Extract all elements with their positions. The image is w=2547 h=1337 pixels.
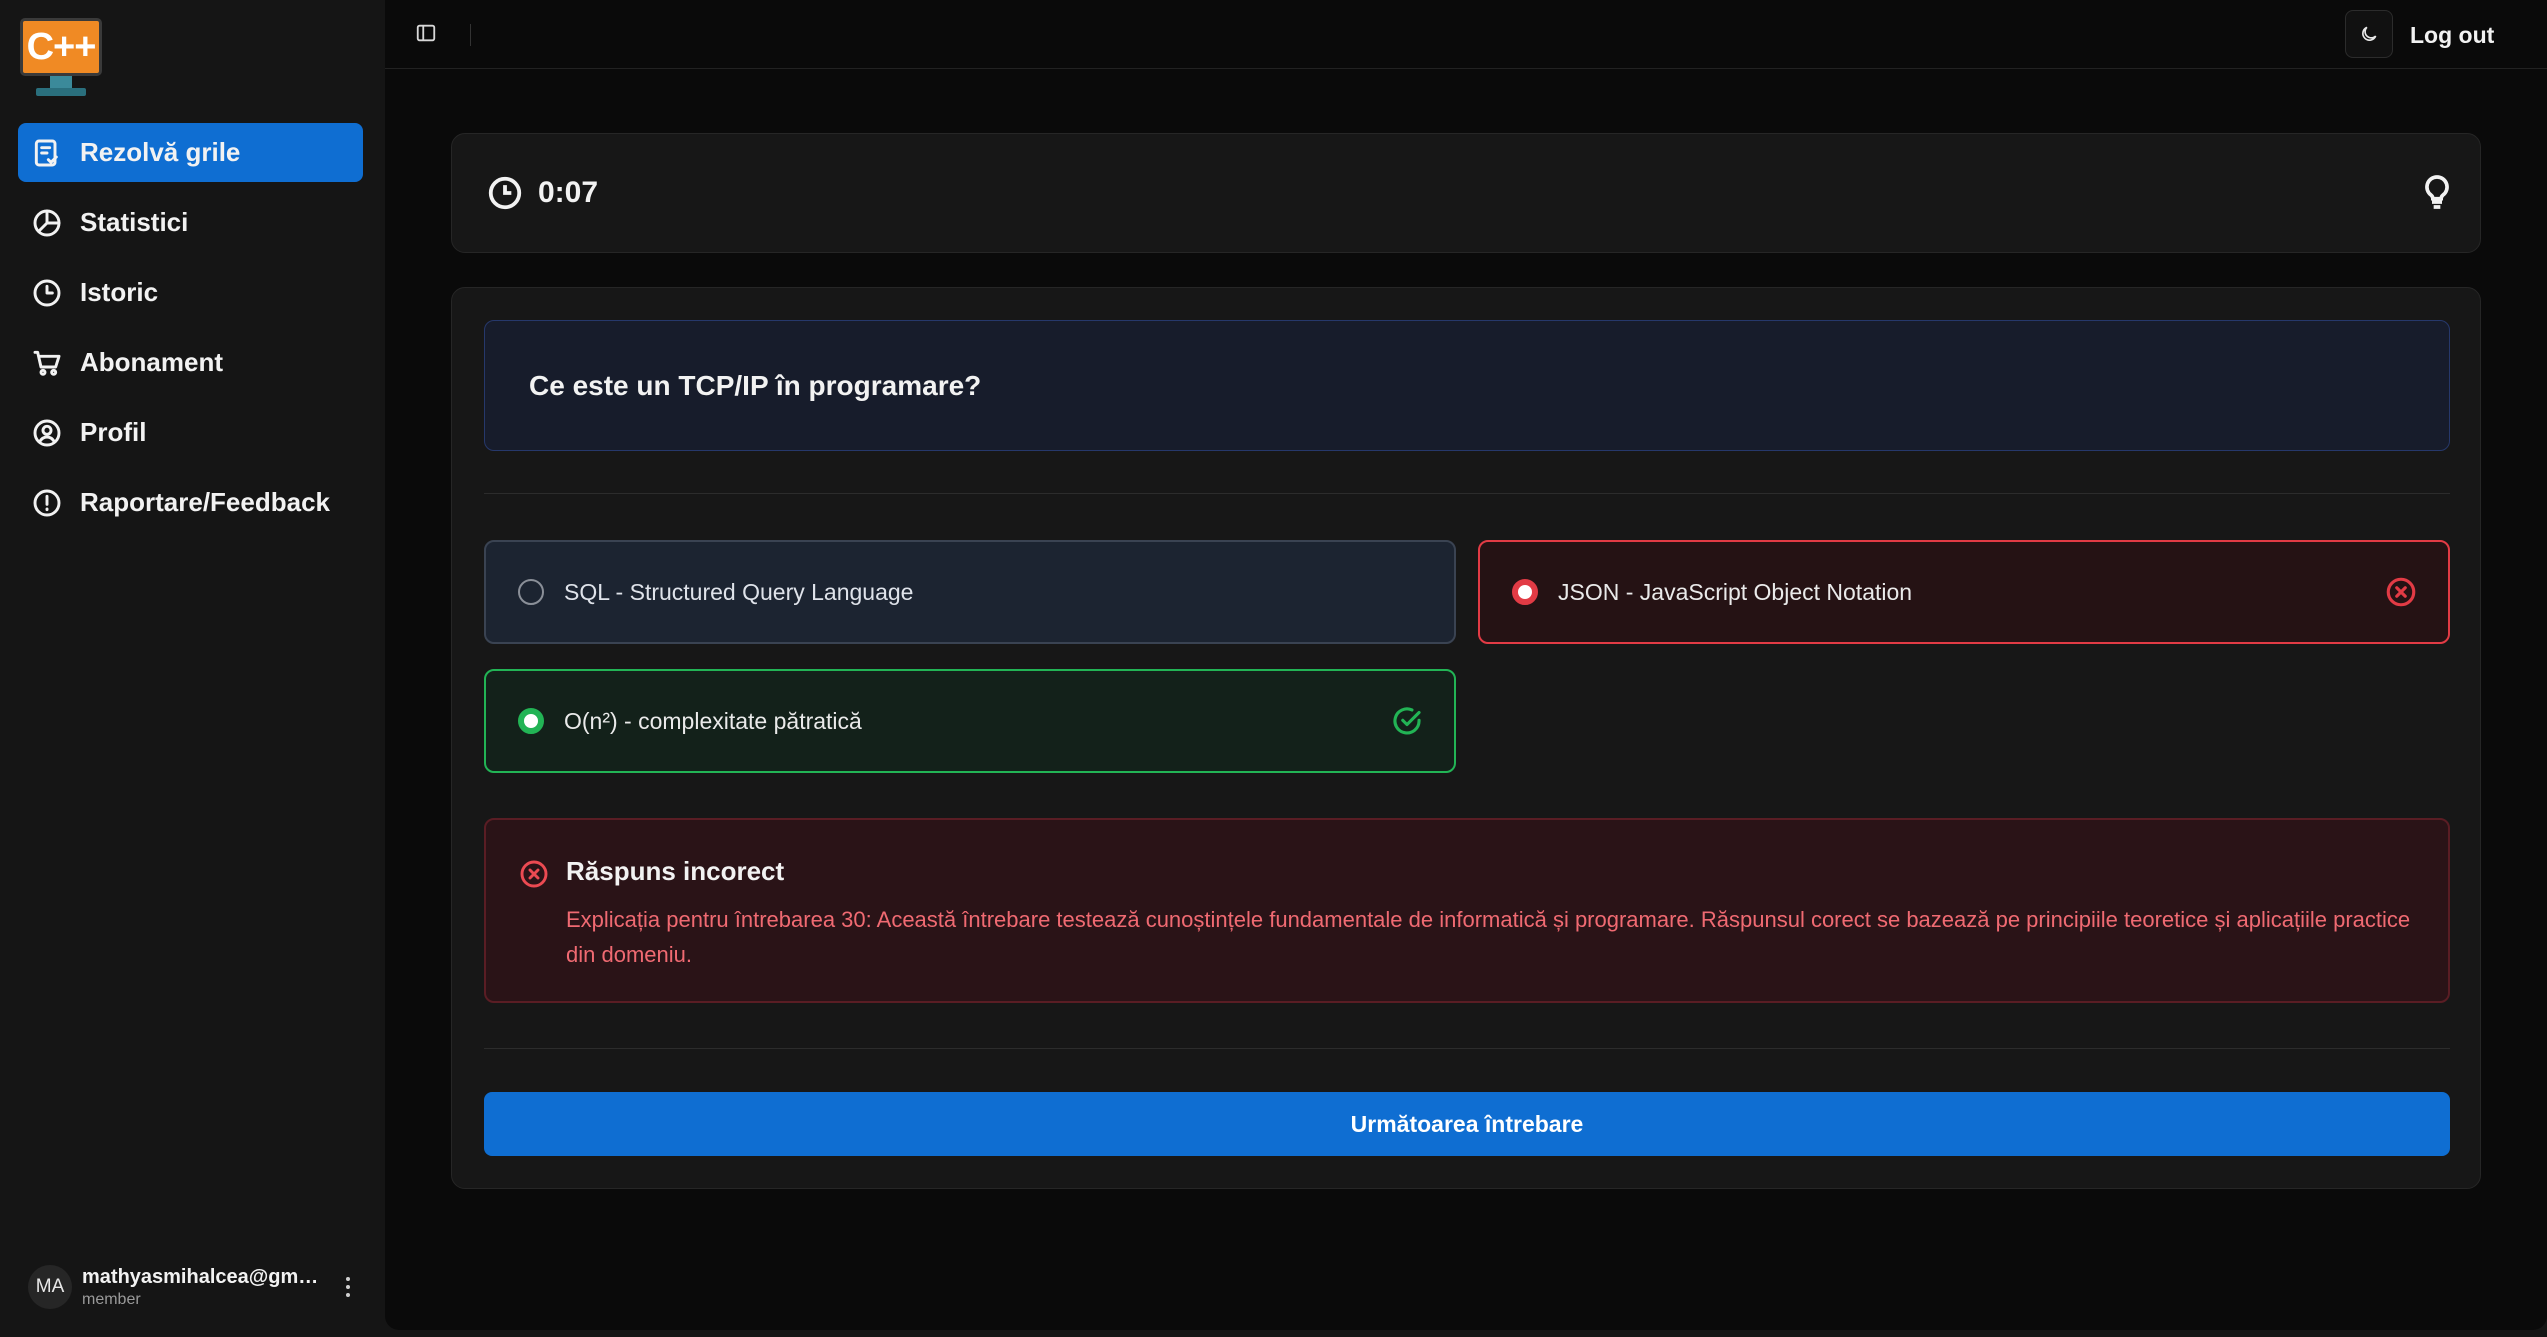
top-bar: Log out <box>385 0 2547 69</box>
question-text: Ce este un TCP/IP în programare? <box>484 320 2450 451</box>
cart-icon <box>30 346 64 380</box>
user-account[interactable]: MA mathyasmihalcea@gmail.com member <box>28 1262 358 1312</box>
more-vertical-icon[interactable] <box>338 1272 358 1302</box>
check-circle-icon <box>1390 704 1424 738</box>
logout-button[interactable]: Log out <box>2410 18 2494 52</box>
feedback-title: Răspuns incorect <box>566 856 785 886</box>
timer-card: 0:07 <box>451 133 2481 253</box>
answer-label: O(n²) - complexitate pătratică <box>564 707 862 734</box>
moon-icon <box>2362 26 2377 41</box>
answer-option-correct[interactable]: O(n²) - complexitate pătratică <box>484 669 1456 773</box>
sidebar-item-rezolva-grile[interactable]: Rezolvă grile <box>18 123 363 182</box>
pie-chart-icon <box>30 206 64 240</box>
clock-icon <box>488 176 522 210</box>
app-logo[interactable]: C++ <box>20 18 102 98</box>
timer: 0:07 <box>486 174 598 212</box>
feedback-explanation: Explicația pentru întrebarea 30: Această… <box>566 907 2411 967</box>
sidebar-toggle-icon[interactable] <box>415 22 439 46</box>
radio-button[interactable] <box>1512 579 1538 605</box>
sidebar-item-label: Rezolvă grile <box>80 137 241 167</box>
user-email: mathyasmihalcea@gmail.com <box>82 1265 322 1288</box>
quiz-card: Ce este un TCP/IP în programare? SQL - S… <box>451 287 2481 1189</box>
x-circle-icon <box>518 858 550 890</box>
clipboard-check-icon <box>30 136 64 170</box>
next-question-button[interactable]: Următoarea întrebare <box>484 1092 2450 1156</box>
theme-toggle-button[interactable] <box>2345 10 2393 58</box>
divider <box>470 24 471 46</box>
sidebar-item-profil[interactable]: Profil <box>18 403 363 462</box>
sidebar-item-label: Profil <box>80 417 147 447</box>
sidebar-item-statistici[interactable]: Statistici <box>18 193 363 252</box>
sidebar-item-raportare-feedback[interactable]: Raportare/Feedback <box>18 473 363 532</box>
x-circle-icon <box>2384 575 2418 609</box>
sidebar-item-label: Abonament <box>80 347 223 377</box>
sidebar-nav: Rezolvă grile Statistici Istoric Aboname… <box>18 123 363 543</box>
answer-option-wrong[interactable]: JSON - JavaScript Object Notation <box>1478 540 2450 644</box>
user-circle-icon <box>30 416 64 450</box>
sidebar-item-abonament[interactable]: Abonament <box>18 333 363 392</box>
divider <box>484 493 2450 494</box>
sidebar: C++ Rezolvă grile Statistici Istoric Abo… <box>0 0 385 1337</box>
answer-label: JSON - JavaScript Object Notation <box>1558 578 1913 605</box>
sidebar-item-label: Istoric <box>80 277 159 307</box>
lightbulb-icon[interactable] <box>2417 172 2461 216</box>
answer-option[interactable]: SQL - Structured Query Language <box>484 540 1456 644</box>
user-role: member <box>82 1290 141 1308</box>
timer-value: 0:07 <box>538 176 599 209</box>
sidebar-item-label: Raportare/Feedback <box>80 487 330 517</box>
alert-circle-icon <box>30 486 64 520</box>
logo-text: C++ <box>20 18 102 76</box>
answer-label: SQL - Structured Query Language <box>564 578 914 605</box>
radio-button[interactable] <box>518 708 544 734</box>
divider <box>484 1048 2450 1049</box>
radio-button[interactable] <box>518 579 544 605</box>
clock-icon <box>30 276 64 310</box>
sidebar-item-label: Statistici <box>80 207 189 237</box>
sidebar-item-istoric[interactable]: Istoric <box>18 263 363 322</box>
main-panel: Log out 0:07 Ce este un TCP/IP în progra… <box>385 0 2547 1330</box>
feedback-panel: Răspuns incorect Explicația pentru între… <box>484 818 2450 1003</box>
avatar: MA <box>28 1265 72 1309</box>
